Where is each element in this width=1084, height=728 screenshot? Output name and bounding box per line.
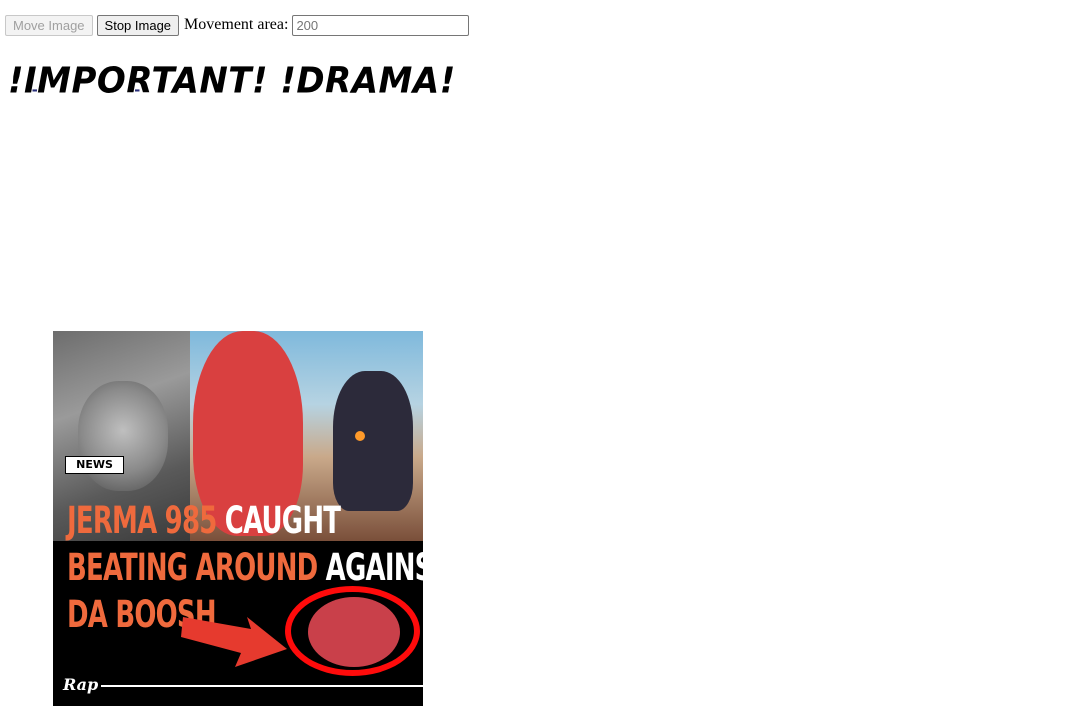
character-eye	[355, 431, 365, 441]
headline-line-1-orange: JERMA 985	[67, 499, 217, 542]
red-arrow-icon	[181, 617, 287, 667]
headline-line-2: BEATING AROUND AGAINST	[67, 544, 423, 591]
headline-line-1-white: CAUGHT	[216, 499, 341, 542]
red-circle-highlight	[285, 586, 420, 676]
news-badge: NEWS	[66, 457, 123, 473]
headline-line-2-white: AGAINST	[325, 546, 423, 589]
movement-area-input[interactable]	[292, 14, 470, 36]
logo-divider-line	[101, 685, 423, 687]
movement-area-label: Movement area:	[184, 16, 289, 33]
move-image-button[interactable]: Move Image	[5, 14, 93, 36]
thumbnail-face	[78, 381, 168, 491]
game-character	[333, 371, 413, 511]
control-bar: Move Image Stop Image Movement area:	[5, 14, 470, 36]
headline-line-1: JERMA 985 CAUGHT	[67, 497, 423, 544]
stop-image-button[interactable]: Stop Image	[96, 14, 180, 36]
news-thumbnail-image[interactable]: NEWS JERMA 985 CAUGHT BEATING AROUND AGA…	[53, 331, 423, 706]
channel-logo: Rap	[63, 675, 99, 694]
page-title: !IMPORTANT! !DRAMA!	[8, 60, 456, 102]
headline-line-2-orange: BEATING AROUND	[67, 546, 318, 589]
